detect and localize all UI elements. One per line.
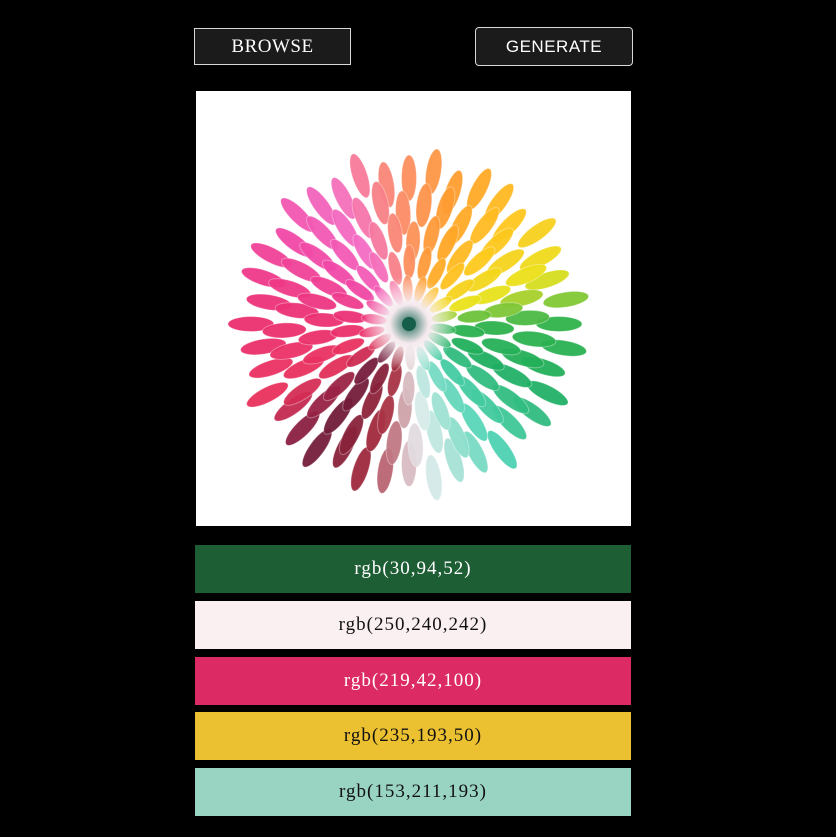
color-swatch-2[interactable]: rgb(250,240,242) — [195, 601, 631, 649]
color-swatch-4[interactable]: rgb(235,193,50) — [195, 712, 631, 760]
flower-petal — [425, 454, 443, 501]
browse-button[interactable]: BROWSE — [194, 28, 351, 65]
flower-image — [227, 148, 590, 501]
image-preview — [196, 91, 631, 526]
color-swatch-5[interactable]: rgb(153,211,193) — [195, 768, 631, 816]
color-swatch-3[interactable]: rgb(219,42,100) — [195, 657, 631, 705]
color-swatch-1[interactable]: rgb(30,94,52) — [195, 545, 631, 593]
flower-petal — [402, 370, 416, 406]
generate-button[interactable]: GENERATE — [475, 27, 633, 66]
flower-petal — [349, 153, 371, 199]
flower-petal — [542, 290, 590, 309]
flower-petal — [402, 244, 416, 280]
